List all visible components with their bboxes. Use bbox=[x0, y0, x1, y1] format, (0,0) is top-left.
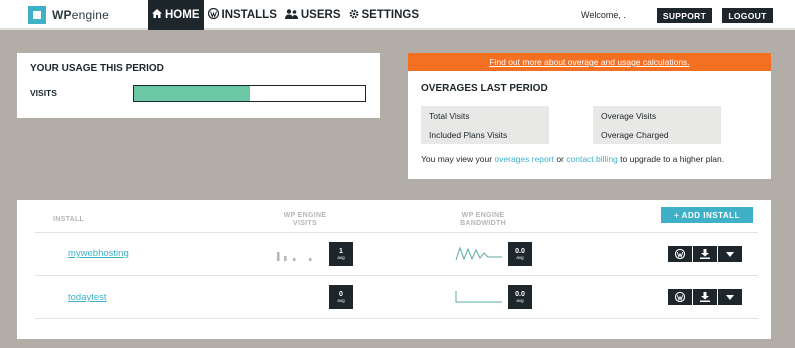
install-column-header: INSTALL bbox=[53, 216, 85, 223]
download-backup-button[interactable] bbox=[693, 246, 717, 262]
wp-admin-button[interactable] bbox=[668, 246, 692, 262]
row-divider bbox=[35, 232, 758, 233]
bandwidth-avg-value: 0.0 bbox=[515, 247, 525, 255]
home-icon bbox=[152, 9, 162, 21]
bandwidth-avg-unit: avg bbox=[516, 254, 524, 260]
more-actions-dropdown[interactable] bbox=[718, 289, 742, 305]
wpengine-logo-icon bbox=[28, 6, 46, 24]
visits-avg-box: 1 avg bbox=[329, 242, 353, 266]
nav-users[interactable]: USERS bbox=[281, 0, 345, 30]
note-suffix: to upgrade to a higher plan. bbox=[620, 154, 725, 164]
chevron-down-icon bbox=[726, 294, 734, 300]
overage-charged-cell: Overage Charged bbox=[593, 125, 721, 144]
row-divider bbox=[35, 318, 758, 319]
welcome-text: Welcome, . bbox=[581, 10, 626, 20]
main-nav: HOME INSTALLS USERS SETTINGS bbox=[148, 0, 423, 30]
visits-avg-unit: avg bbox=[337, 254, 345, 260]
bandwidth-avg-box: 0.0 avg bbox=[508, 285, 532, 309]
wordpress-icon bbox=[675, 249, 685, 259]
logo-text: WPengine bbox=[52, 8, 109, 22]
visits-header-line1: WP ENGINE bbox=[283, 212, 327, 219]
users-icon bbox=[284, 8, 298, 22]
note-prefix: You may view your bbox=[421, 154, 493, 164]
overage-visits-cell: Overage Visits bbox=[593, 106, 721, 125]
wordpress-icon bbox=[207, 7, 219, 22]
wp-admin-button[interactable] bbox=[668, 289, 692, 305]
bandwidth-header-line2: BANDWIDTH bbox=[460, 220, 506, 227]
usage-panel: YOUR USAGE THIS PERIOD VISITS bbox=[17, 53, 380, 118]
visits-progress-fill bbox=[134, 86, 250, 101]
overages-panel: Find out more about overage and usage ca… bbox=[408, 53, 771, 179]
logout-button[interactable]: LOGOUT bbox=[722, 8, 773, 23]
overage-info-banner: Find out more about overage and usage ca… bbox=[408, 53, 771, 71]
gear-icon bbox=[349, 9, 359, 22]
add-install-button[interactable]: + ADD INSTALL bbox=[661, 207, 753, 223]
contact-billing-link[interactable]: contact billing bbox=[566, 154, 618, 164]
nav-installs[interactable]: INSTALLS bbox=[204, 0, 281, 30]
overages-title: OVERAGES LAST PERIOD bbox=[421, 83, 548, 94]
bandwidth-avg-box: 0.0 avg bbox=[508, 242, 532, 266]
installs-panel: INSTALL WP ENGINE VISITS WP ENGINE BANDW… bbox=[17, 200, 771, 339]
bandwidth-avg-value: 0.0 bbox=[515, 290, 525, 298]
overages-report-link[interactable]: overages report bbox=[494, 154, 554, 164]
chevron-down-icon bbox=[726, 251, 734, 257]
visits-avg-value: 0 bbox=[339, 290, 343, 298]
total-visits-cell: Total Visits bbox=[421, 106, 549, 125]
visits-progress-bar bbox=[133, 85, 366, 102]
visits-avg-value: 1 bbox=[339, 247, 343, 255]
install-actions bbox=[668, 289, 742, 305]
support-button[interactable]: SUPPORT bbox=[657, 8, 712, 23]
install-link-todaytest[interactable]: todaytest bbox=[68, 292, 107, 303]
nav-settings[interactable]: SETTINGS bbox=[345, 0, 424, 30]
visits-label: VISITS bbox=[30, 88, 57, 98]
nav-users-label: USERS bbox=[300, 9, 341, 21]
visits-avg-unit: avg bbox=[337, 297, 345, 303]
note-mid: or bbox=[556, 154, 564, 164]
nav-settings-label: SETTINGS bbox=[361, 9, 420, 21]
visits-sparkline bbox=[277, 252, 312, 261]
nav-home[interactable]: HOME bbox=[148, 0, 204, 30]
wordpress-icon bbox=[675, 292, 685, 302]
overage-info-link[interactable]: Find out more about overage and usage ca… bbox=[489, 57, 689, 67]
nav-installs-label: INSTALLS bbox=[221, 9, 277, 21]
wpengine-logo[interactable]: WPengine bbox=[28, 6, 109, 24]
download-icon bbox=[700, 249, 710, 259]
overage-note: You may view your overages report or con… bbox=[421, 154, 724, 164]
top-bar: WPengine HOME INSTALLS USERS SETTINGS We… bbox=[0, 0, 795, 30]
visits-avg-box: 0 avg bbox=[329, 285, 353, 309]
download-icon bbox=[700, 292, 710, 302]
visits-header-line2: VISITS bbox=[293, 220, 317, 227]
more-actions-dropdown[interactable] bbox=[718, 246, 742, 262]
usage-title: YOUR USAGE THIS PERIOD bbox=[30, 63, 164, 74]
bandwidth-avg-unit: avg bbox=[516, 297, 524, 303]
visits-column-header: WP ENGINE VISITS bbox=[275, 212, 335, 228]
bandwidth-sparkline bbox=[455, 291, 502, 303]
row-divider bbox=[35, 275, 758, 276]
download-backup-button[interactable] bbox=[693, 289, 717, 305]
install-actions bbox=[668, 246, 742, 262]
install-link-mywebhosting[interactable]: mywebhosting bbox=[68, 248, 129, 259]
included-plans-visits-cell: Included Plans Visits bbox=[421, 125, 549, 144]
bandwidth-header-line1: WP ENGINE bbox=[461, 212, 505, 219]
bandwidth-sparkline bbox=[455, 246, 502, 261]
nav-home-label: HOME bbox=[165, 9, 200, 21]
bandwidth-column-header: WP ENGINE BANDWIDTH bbox=[453, 212, 513, 228]
